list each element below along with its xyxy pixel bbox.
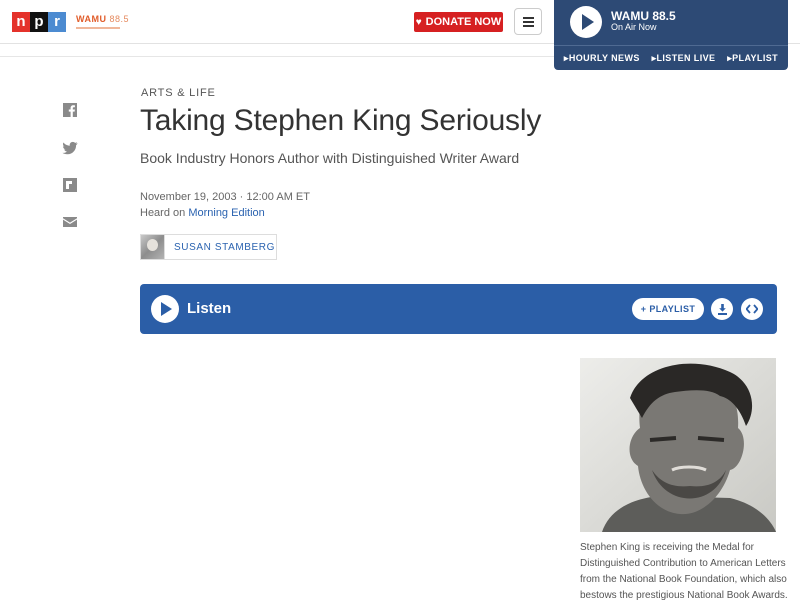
heard-on: Heard on Morning Edition xyxy=(140,207,265,219)
section-slug[interactable]: ARTS & LIFE xyxy=(141,87,216,99)
listen-label[interactable]: Listen xyxy=(187,300,231,317)
station-logo[interactable]: WAMU 88.5 xyxy=(76,14,129,29)
add-to-playlist-button[interactable]: + PLAYLIST xyxy=(632,298,704,320)
player-station-name: WAMU 88.5 xyxy=(611,9,676,23)
download-icon[interactable] xyxy=(711,298,733,320)
author-name[interactable]: SUSAN STAMBERG xyxy=(165,242,275,253)
twitter-icon[interactable] xyxy=(62,140,78,156)
npr-logo-p: p xyxy=(30,12,48,32)
donate-label: DONATE NOW xyxy=(425,16,502,28)
hourly-news-link[interactable]: HOURLY NEWS xyxy=(564,53,640,64)
heart-icon: ♥ xyxy=(415,16,422,28)
article-photo[interactable] xyxy=(580,358,776,532)
listen-live-link[interactable]: LISTEN LIVE xyxy=(652,53,716,64)
playlist-label: PLAYLIST xyxy=(649,304,696,314)
station-logo-name: WAMU xyxy=(76,14,107,24)
play-icon[interactable] xyxy=(151,295,179,323)
facebook-icon[interactable] xyxy=(62,102,78,118)
hamburger-menu-icon[interactable] xyxy=(514,8,542,35)
author-byline[interactable]: SUSAN STAMBERG xyxy=(140,234,277,260)
player-links: HOURLY NEWS LISTEN LIVE PLAYLIST xyxy=(554,45,788,70)
player-playlist-link[interactable]: PLAYLIST xyxy=(727,53,778,64)
email-icon[interactable] xyxy=(62,214,78,230)
program-link[interactable]: Morning Edition xyxy=(188,207,264,219)
article-teaser: Book Industry Honors Author with Disting… xyxy=(140,150,520,166)
plus-icon: + xyxy=(640,304,647,314)
audio-player-bar: Listen + PLAYLIST xyxy=(140,284,777,334)
photo-caption: Stephen King is receiving the Medal for … xyxy=(580,542,788,600)
page-title: Taking Stephen King Seriously xyxy=(140,104,542,137)
npr-logo-r: r xyxy=(48,12,66,32)
heard-on-prefix: Heard on xyxy=(140,207,189,219)
station-logo-freq: 88.5 xyxy=(109,14,130,24)
play-icon[interactable] xyxy=(570,6,602,38)
npr-logo-n: n xyxy=(12,12,30,32)
header-divider xyxy=(0,56,554,57)
flipboard-icon[interactable] xyxy=(62,177,78,193)
station-player: WAMU 88.5 On Air Now HOURLY NEWS LISTEN … xyxy=(554,0,788,70)
article-date: November 19, 2003 · 12:00 AM ET xyxy=(140,191,310,203)
donate-button[interactable]: ♥ DONATE NOW xyxy=(414,12,503,32)
player-status: On Air Now xyxy=(611,22,657,32)
station-logo-tagline xyxy=(76,27,120,29)
embed-code-icon[interactable] xyxy=(741,298,763,320)
npr-logo[interactable]: n p r xyxy=(12,12,66,32)
avatar xyxy=(141,235,165,259)
